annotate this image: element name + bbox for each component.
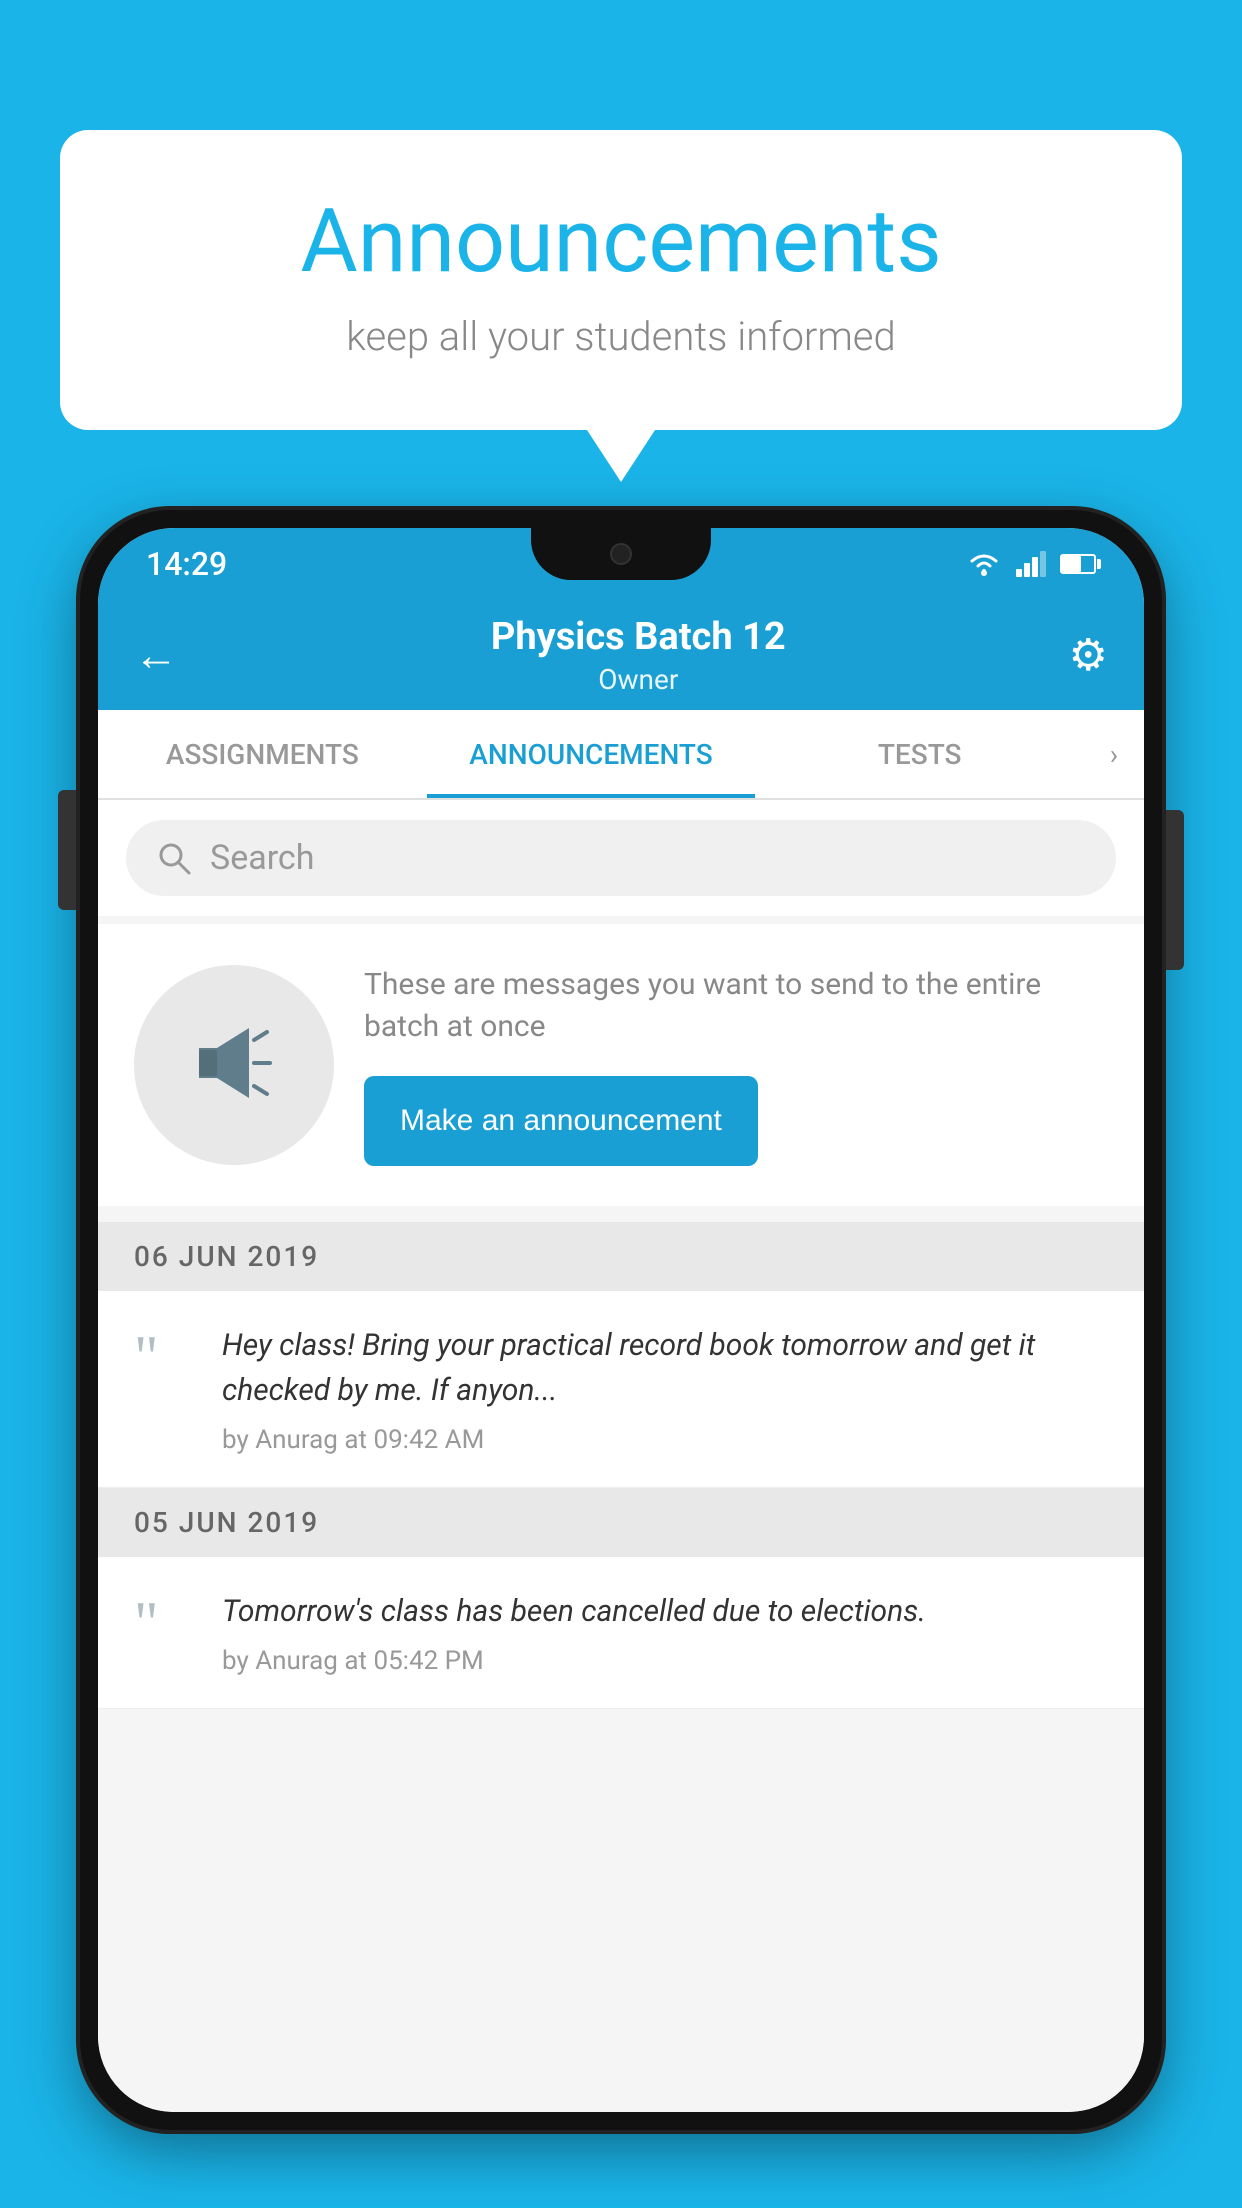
phone-screen: 14:29 (98, 528, 1144, 2112)
megaphone-icon (179, 1010, 289, 1120)
date-separator-2: 05 JUN 2019 (98, 1488, 1144, 1557)
toolbar-title: Physics Batch 12 (208, 615, 1069, 659)
announcement-content-2: Tomorrow's class has been cancelled due … (222, 1589, 1108, 1676)
notch (531, 528, 711, 580)
back-button[interactable]: ← (134, 629, 178, 681)
app-toolbar: ← Physics Batch 12 Owner ⚙ (98, 600, 1144, 710)
announcement-text-1: Hey class! Bring your practical record b… (222, 1323, 1108, 1413)
search-container: Search (98, 800, 1144, 916)
promo-icon-circle (134, 965, 334, 1165)
make-announcement-button[interactable]: Make an announcement (364, 1076, 758, 1166)
date-separator-1: 06 JUN 2019 (98, 1222, 1144, 1291)
quote-icon-2: " (134, 1599, 194, 1647)
toolbar-title-area: Physics Batch 12 Owner (208, 615, 1069, 696)
quote-icon-1: " (134, 1333, 194, 1381)
tab-more[interactable]: › (1084, 710, 1144, 798)
promo-description: These are messages you want to send to t… (364, 964, 1108, 1048)
status-icons (966, 551, 1096, 577)
promo-right: These are messages you want to send to t… (364, 964, 1108, 1166)
search-icon (156, 840, 192, 876)
battery-icon (1060, 554, 1096, 574)
signal-icon (1016, 551, 1046, 577)
announcement-text-2: Tomorrow's class has been cancelled due … (222, 1589, 1108, 1634)
announcement-meta-2: by Anurag at 05:42 PM (222, 1646, 1108, 1676)
status-time: 14:29 (146, 545, 227, 583)
speech-bubble-container: Announcements keep all your students inf… (60, 130, 1182, 430)
promo-card: These are messages you want to send to t… (98, 924, 1144, 1206)
tab-announcements[interactable]: ANNOUNCEMENTS (427, 710, 756, 798)
announcement-item-1[interactable]: " Hey class! Bring your practical record… (98, 1291, 1144, 1488)
bubble-subtitle: keep all your students informed (140, 313, 1102, 360)
announcement-meta-1: by Anurag at 09:42 AM (222, 1425, 1108, 1455)
search-bar[interactable]: Search (126, 820, 1116, 896)
search-placeholder: Search (210, 838, 314, 878)
status-bar: 14:29 (98, 528, 1144, 600)
bubble-title: Announcements (140, 190, 1102, 293)
announcement-item-2[interactable]: " Tomorrow's class has been cancelled du… (98, 1557, 1144, 1709)
speech-bubble: Announcements keep all your students inf… (60, 130, 1182, 430)
phone-outer: 14:29 (80, 510, 1162, 2130)
content-area: Search (98, 800, 1144, 2112)
tabs-bar: ASSIGNMENTS ANNOUNCEMENTS TESTS › (98, 710, 1144, 800)
settings-icon[interactable]: ⚙ (1069, 629, 1108, 681)
wifi-icon (966, 551, 1002, 577)
tab-tests[interactable]: TESTS (755, 710, 1084, 798)
camera-dot (610, 543, 632, 565)
tab-assignments[interactable]: ASSIGNMENTS (98, 710, 427, 798)
toolbar-subtitle: Owner (208, 663, 1069, 696)
phone-wrapper: 14:29 (80, 510, 1162, 2208)
announcement-content-1: Hey class! Bring your practical record b… (222, 1323, 1108, 1455)
